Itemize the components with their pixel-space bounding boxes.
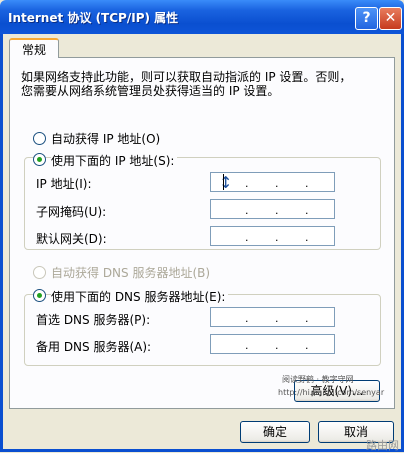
auto-ip-radio[interactable] — [33, 132, 46, 145]
subnet-mask-label: 子网掩码(U): — [36, 205, 107, 219]
ok-button[interactable]: 确定 — [240, 421, 310, 443]
ip-address-label: IP 地址(I): — [36, 177, 92, 191]
auto-dns-radio — [33, 266, 46, 279]
alternate-dns-label: 备用 DNS 服务器(A): — [36, 340, 152, 354]
default-gateway-label: 默认网关(D): — [36, 232, 107, 246]
description-line-2: 您需要从网络系统管理员处获得适当的 IP 设置。 — [21, 84, 280, 98]
watermark-line-1: 阅读野鹤 · 教字守网 — [282, 375, 354, 384]
alternate-dns-input[interactable]: . . . — [210, 334, 335, 354]
general-panel: 如果网络支持此功能，则可以获取自动指派的 IP 设置。否则， 您需要从网络系统管… — [9, 57, 395, 409]
title-bar: Internet 协议 (TCP/IP) 属性 ? ✕ — [0, 0, 404, 34]
watermark-line-2: http://hi.baidu.com/senyar — [278, 388, 385, 397]
preferred-dns-input[interactable]: . . . — [210, 307, 335, 327]
auto-dns-label: 自动获得 DNS 服务器地址(B) — [51, 266, 211, 280]
close-button[interactable]: ✕ — [379, 7, 402, 30]
preferred-dns-label: 首选 DNS 服务器(P): — [36, 313, 151, 327]
manual-dns-label[interactable]: 使用下面的 DNS 服务器地址(E): — [51, 288, 229, 305]
help-button[interactable]: ? — [355, 7, 378, 30]
manual-ip-label[interactable]: 使用下面的 IP 地址(S): — [51, 152, 178, 169]
manual-dns-radio[interactable] — [33, 289, 46, 302]
tab-general[interactable]: 常规 — [9, 38, 59, 58]
corner-watermark: 路由网 — [366, 439, 399, 452]
auto-ip-label[interactable]: 自动获得 IP 地址(O) — [51, 130, 160, 147]
subnet-mask-input[interactable]: . . . — [210, 199, 335, 219]
resize-cursor-icon: ↕ — [219, 173, 233, 192]
window-title: Internet 协议 (TCP/IP) 属性 — [8, 11, 179, 25]
ip-address-input[interactable]: ↕ . . . — [210, 172, 335, 192]
manual-ip-radio[interactable] — [33, 153, 46, 166]
text-caret — [223, 174, 224, 190]
default-gateway-input[interactable]: . . . — [210, 226, 335, 246]
